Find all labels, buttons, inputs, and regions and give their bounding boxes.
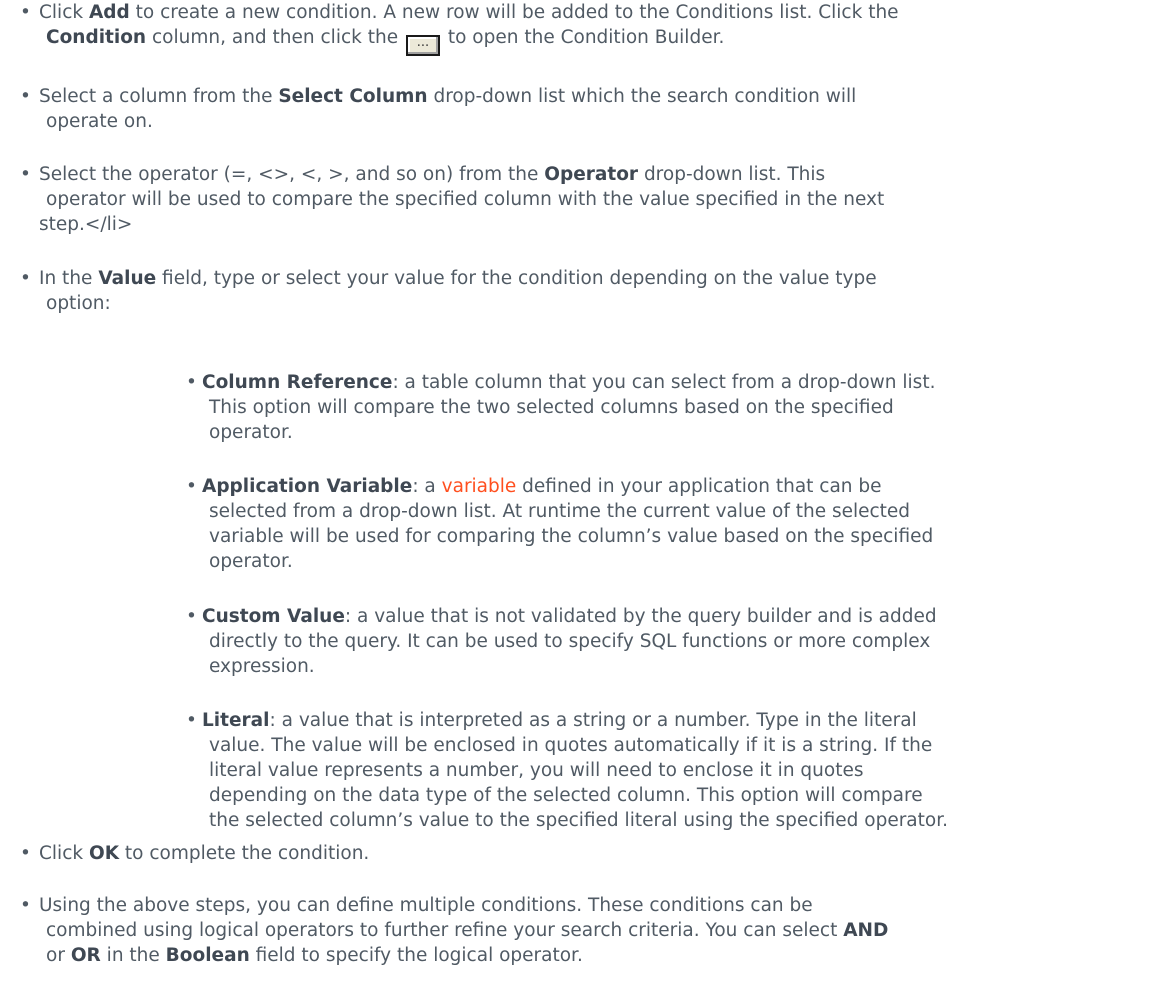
- bold-term: AND: [843, 920, 889, 941]
- item-line: operator will be used to compare the spe…: [46, 189, 885, 210]
- item-line: step.</li>: [39, 214, 133, 235]
- bold-term: OR: [70, 945, 101, 966]
- item-line: directly to the query. It can be used to…: [209, 631, 931, 652]
- item-line: expression.: [209, 656, 315, 677]
- list-item: • Select the operator (=, <>, <, >, and …: [0, 162, 884, 237]
- sub-list-item: • Column Reference: a table column that …: [186, 370, 936, 445]
- bullet: •: [186, 710, 197, 731]
- item-line: operate on.: [46, 111, 153, 132]
- item-line: depending on the data type of the select…: [209, 785, 923, 806]
- item-line: or OR in the Boolean field to specify th…: [46, 945, 583, 966]
- ellipsis-button-icon: ...: [405, 35, 440, 56]
- bold-term: OK: [88, 843, 120, 864]
- list-item: • In the Value field, type or select you…: [0, 266, 877, 316]
- bold-term: Select Column: [278, 86, 428, 107]
- bold-term: Value: [98, 268, 157, 289]
- bullet: •: [20, 268, 31, 289]
- item-line: Select a column from the Select Column d…: [39, 86, 857, 107]
- bullet: •: [20, 2, 31, 23]
- item-line: Click OK to complete the condition.: [39, 843, 370, 864]
- bold-term: Add: [88, 2, 130, 23]
- bullet: •: [20, 86, 31, 107]
- bold-term: Condition: [46, 27, 147, 48]
- item-line: This option will compare the two selecte…: [209, 397, 894, 418]
- item-line: operator.: [209, 551, 293, 572]
- item-line: Column Reference: a table column that yo…: [202, 372, 936, 393]
- list-item: • Click OK to complete the condition.: [0, 841, 369, 866]
- item-line: variable will be used for comparing the …: [209, 526, 934, 547]
- item-line: Application Variable: a variable defined…: [202, 476, 882, 497]
- item-line: Literal: a value that is interpreted as …: [202, 710, 917, 731]
- list-item: • Select a column from the Select Column…: [0, 84, 856, 134]
- document-page: • Click Add to create a new condition. A…: [0, 0, 1171, 996]
- bold-term: Operator: [544, 164, 639, 185]
- bold-term: Application Variable: [202, 476, 413, 497]
- list-item: • Click Add to create a new condition. A…: [0, 0, 899, 56]
- item-line: literal value represents a number, you w…: [209, 760, 864, 781]
- bullet: •: [20, 164, 31, 185]
- item-line: Click Add to create a new condition. A n…: [39, 2, 899, 23]
- item-line: combined using logical operators to furt…: [46, 920, 889, 941]
- item-line: Using the above steps, you can define mu…: [39, 895, 813, 916]
- bold-term: Boolean: [165, 945, 250, 966]
- item-line: Select the operator (=, <>, <, >, and so…: [39, 164, 826, 185]
- item-line: Custom Value: a value that is not valida…: [202, 606, 937, 627]
- bullet: •: [20, 843, 31, 864]
- item-line: the selected column’s value to the speci…: [209, 810, 949, 831]
- list-item: • Using the above steps, you can define …: [0, 893, 888, 968]
- item-line: Condition column, and then click the ...…: [39, 25, 899, 56]
- bullet: •: [186, 476, 197, 497]
- bold-term: Column Reference: [202, 372, 393, 393]
- item-line: value. The value will be enclosed in quo…: [209, 735, 933, 756]
- bullet: •: [186, 606, 197, 627]
- bold-term: Custom Value: [202, 606, 345, 627]
- item-line: operator.: [209, 422, 293, 443]
- variable-link[interactable]: variable: [442, 476, 517, 497]
- bullet: •: [186, 372, 197, 393]
- item-line: selected from a drop-down list. At runti…: [209, 501, 911, 522]
- sub-list-item: • Custom Value: a value that is not vali…: [186, 604, 937, 679]
- sub-list-item: • Literal: a value that is interpreted a…: [186, 708, 949, 833]
- bold-term: Literal: [202, 710, 270, 731]
- item-line: option:: [46, 293, 111, 314]
- sub-list-item: • Application Variable: a variable defin…: [186, 474, 934, 574]
- bullet: •: [20, 895, 31, 916]
- item-line: In the Value field, type or select your …: [39, 268, 877, 289]
